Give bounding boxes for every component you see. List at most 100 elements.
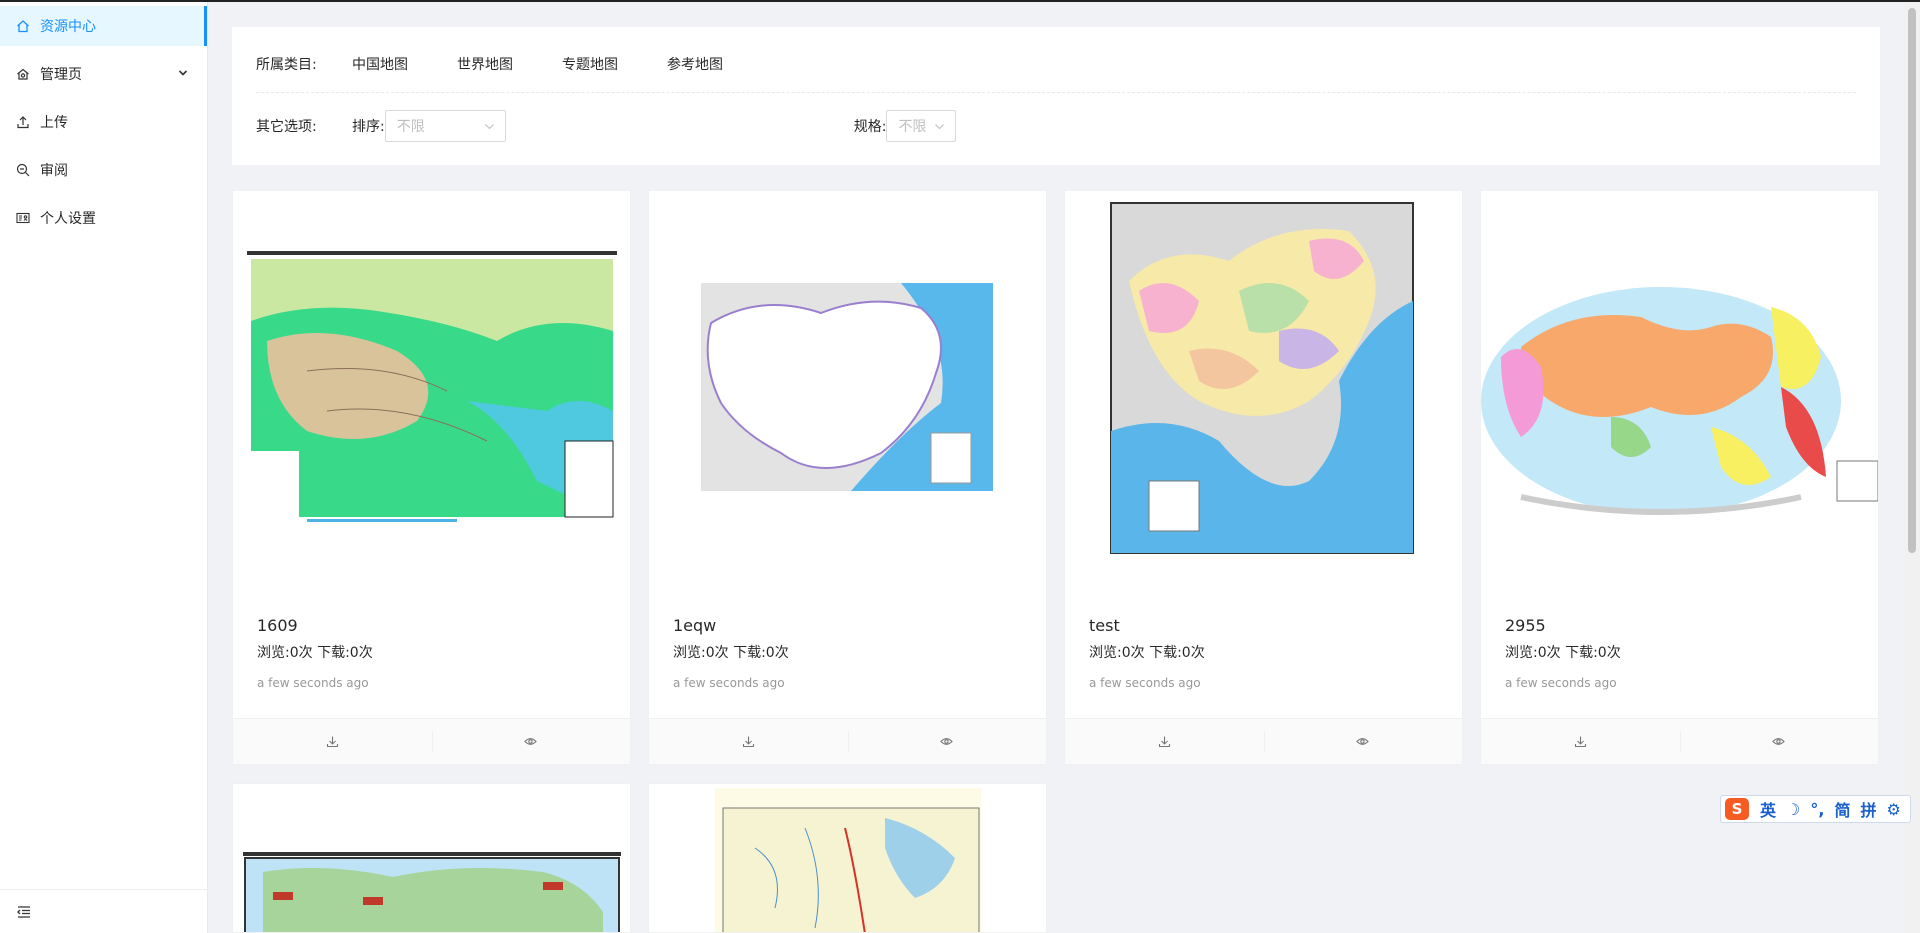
download-button[interactable] — [1065, 719, 1264, 764]
card-timestamp: a few seconds ago — [1505, 676, 1617, 690]
card-cover-image[interactable] — [1065, 191, 1462, 596]
card-title: test — [1089, 616, 1120, 635]
map-thumbnail — [247, 251, 617, 522]
idcard-icon — [16, 211, 30, 225]
card-stats: 浏览:0次 下载:0次 — [1505, 645, 1621, 661]
top-border — [0, 0, 1920, 2]
category-label: 所属类目: — [256, 56, 317, 73]
download-icon — [1158, 736, 1170, 748]
sidebar-item-label: 个人设置 — [40, 211, 96, 227]
card-cover-image[interactable] — [649, 191, 1046, 596]
home-icon — [16, 19, 30, 33]
spec-label: 规格: — [853, 119, 887, 135]
upload-icon — [16, 115, 30, 129]
card-title: 2955 — [1505, 616, 1546, 635]
ime-punctuation-icon[interactable]: °, — [1810, 800, 1824, 819]
card-actions — [649, 718, 1046, 764]
category-reference-map[interactable]: 参考地图 — [667, 52, 723, 76]
chevron-down-icon — [178, 70, 188, 76]
card-actions — [1481, 718, 1878, 764]
chevron-down-icon — [935, 124, 945, 130]
card-stats: 浏览:0次 下载:0次 — [673, 645, 789, 661]
ime-simplified-toggle[interactable]: 简 — [1834, 797, 1850, 821]
preview-button[interactable] — [431, 719, 631, 764]
category-filter-row: 所属类目: 中国地图 世界地图 专题地图 参考地图 — [256, 27, 1856, 93]
sidebar-item-resource-center[interactable]: 资源中心 — [0, 6, 207, 46]
ime-toolbar[interactable]: S 英 ☽ °, 简 拼 ⚙ — [1720, 795, 1911, 823]
setting-icon — [16, 67, 30, 81]
sidebar-collapse-button[interactable] — [0, 889, 208, 933]
card-stats: 浏览:0次 下载:0次 — [257, 645, 373, 661]
eye-icon — [524, 738, 538, 745]
sidebar-item-label: 审阅 — [40, 163, 68, 179]
sidebar-item-admin[interactable]: 管理页 — [0, 54, 207, 94]
download-button[interactable] — [233, 719, 432, 764]
ime-logo: S — [1725, 798, 1749, 820]
ime-gear-icon[interactable]: ⚙ — [1886, 800, 1900, 819]
card-actions — [1065, 718, 1462, 764]
eye-icon — [940, 738, 954, 745]
other-options-label: 其它选项: — [256, 119, 317, 135]
map-thumbnail — [1481, 287, 1878, 515]
eye-icon — [1772, 738, 1786, 745]
card-cover-image[interactable] — [1481, 191, 1878, 596]
download-button[interactable] — [1481, 719, 1680, 764]
zoom-icon — [16, 163, 30, 177]
card-actions — [233, 718, 630, 764]
download-icon — [742, 736, 754, 748]
sidebar-item-label: 管理页 — [40, 67, 82, 83]
sidebar: 资源中心 管理页 上传 审阅 个人设置 — [0, 2, 208, 933]
options-filter-row: 其它选项: 排序: 不限 规格: 不限 — [256, 93, 1856, 159]
sidebar-item-label: 资源中心 — [40, 19, 96, 35]
map-thumbnail — [715, 788, 981, 932]
ime-language-toggle[interactable]: 英 — [1760, 797, 1776, 821]
resource-card[interactable]: 2955 浏览:0次 下载:0次 a few seconds ago — [1480, 190, 1879, 765]
sidebar-item-upload[interactable]: 上传 — [0, 102, 207, 142]
sidebar-item-label: 上传 — [40, 115, 68, 131]
card-title: 1eqw — [673, 616, 717, 635]
map-thumbnail — [701, 283, 993, 491]
eye-icon — [1356, 738, 1370, 745]
resource-card[interactable]: 1609 浏览:0次 下载:0次 a few seconds ago — [232, 190, 631, 765]
preview-button[interactable] — [1263, 719, 1463, 764]
card-title: 1609 — [257, 616, 298, 635]
menu-fold-icon — [17, 905, 30, 918]
category-world-map[interactable]: 世界地图 — [457, 52, 513, 76]
resource-card[interactable] — [648, 783, 1047, 933]
map-thumbnail — [1109, 201, 1415, 555]
chevron-down-icon — [484, 124, 494, 130]
sidebar-item-personal-settings[interactable]: 个人设置 — [0, 198, 207, 238]
card-body: 2955 浏览:0次 下载:0次 a few seconds ago — [1481, 596, 1878, 711]
resource-card[interactable]: test 浏览:0次 下载:0次 a few seconds ago — [1064, 190, 1463, 765]
resource-card[interactable] — [232, 783, 631, 933]
card-timestamp: a few seconds ago — [673, 676, 785, 690]
sort-label: 排序: — [352, 119, 385, 135]
spec-select-value: 不限 — [898, 119, 927, 135]
scrollbar-thumb[interactable] — [1908, 8, 1916, 553]
card-timestamp: a few seconds ago — [257, 676, 369, 690]
card-body: 1609 浏览:0次 下载:0次 a few seconds ago — [233, 596, 630, 711]
preview-button[interactable] — [1679, 719, 1879, 764]
ime-moon-icon[interactable]: ☽ — [1786, 800, 1800, 819]
preview-button[interactable] — [847, 719, 1047, 764]
map-thumbnail — [243, 852, 621, 932]
download-icon — [326, 736, 338, 748]
card-stats: 浏览:0次 下载:0次 — [1089, 645, 1205, 661]
card-timestamp: a few seconds ago — [1089, 676, 1201, 690]
sidebar-menu: 资源中心 管理页 上传 审阅 个人设置 — [0, 6, 207, 238]
sort-select[interactable]: 不限 — [384, 110, 506, 142]
ime-pinyin-toggle[interactable]: 拼 — [1860, 797, 1876, 821]
resource-card[interactable]: 1eqw 浏览:0次 下载:0次 a few seconds ago — [648, 190, 1047, 765]
card-body: 1eqw 浏览:0次 下载:0次 a few seconds ago — [649, 596, 1046, 711]
category-thematic-map[interactable]: 专题地图 — [562, 52, 618, 76]
card-cover-image[interactable] — [233, 191, 630, 596]
page-scrollbar[interactable] — [1904, 2, 1920, 933]
sort-select-value: 不限 — [396, 119, 425, 135]
download-icon — [1574, 736, 1586, 748]
card-body: test 浏览:0次 下载:0次 a few seconds ago — [1065, 596, 1462, 711]
download-button[interactable] — [649, 719, 848, 764]
sidebar-item-review[interactable]: 审阅 — [0, 150, 207, 190]
filter-panel: 所属类目: 中国地图 世界地图 专题地图 参考地图 其它选项: 排序: 不限 规… — [232, 27, 1880, 165]
spec-select[interactable]: 不限 — [886, 110, 957, 142]
category-china-map[interactable]: 中国地图 — [352, 52, 408, 76]
